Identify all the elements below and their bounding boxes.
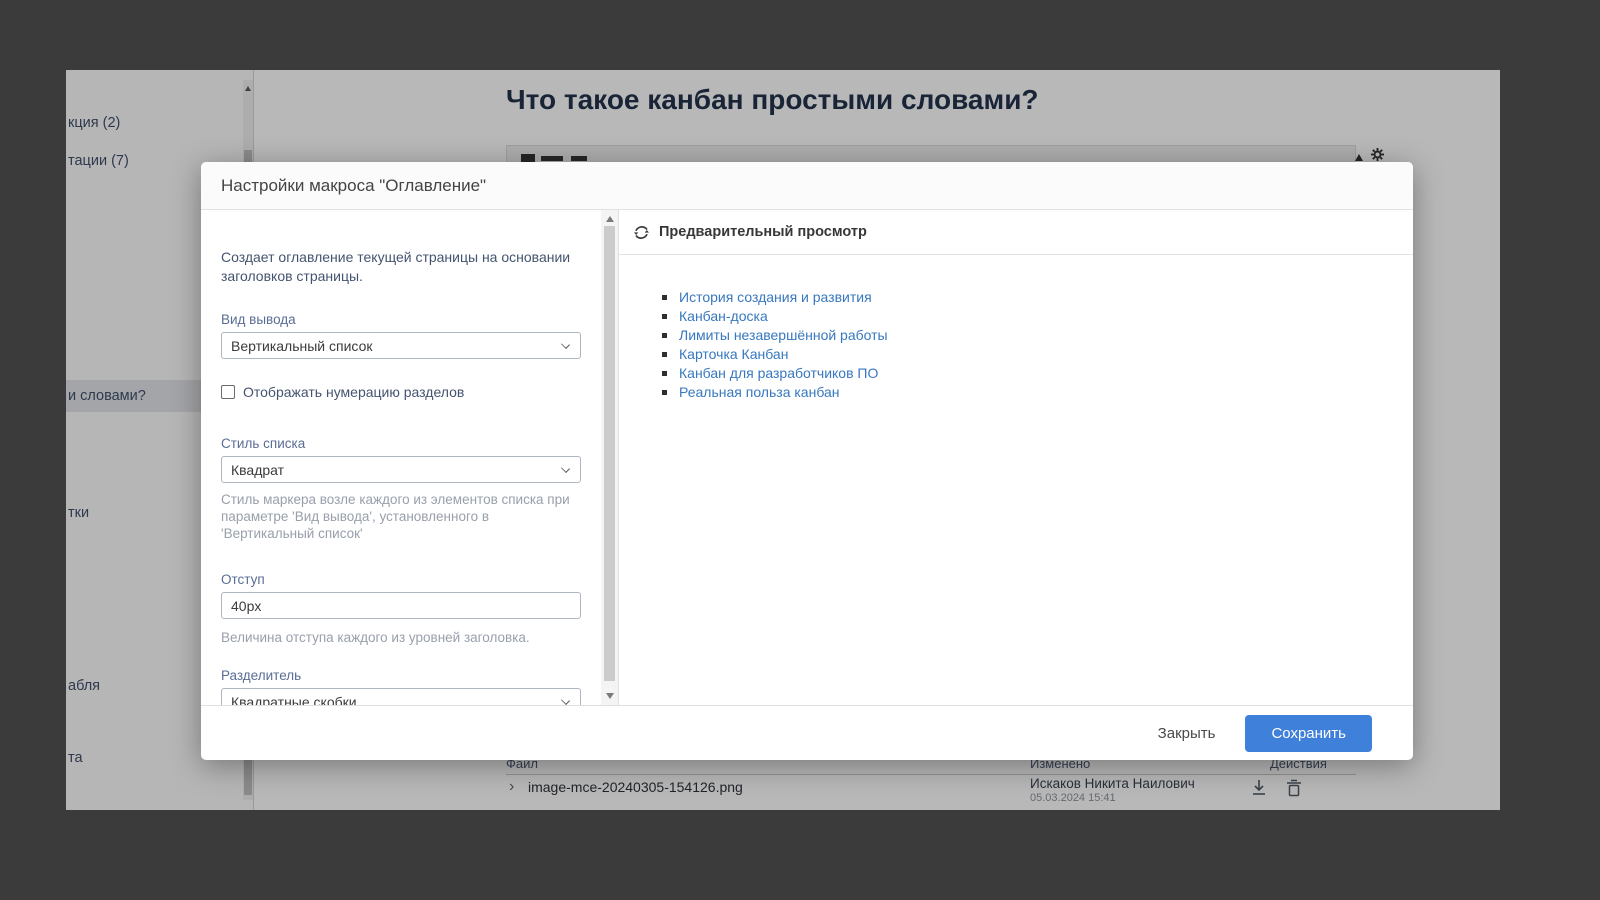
close-button[interactable]: Закрыть	[1158, 725, 1216, 742]
chevron-down-icon	[561, 464, 570, 473]
separator-value: Квадратные скобки	[231, 694, 357, 706]
indent-field-wrap	[221, 592, 581, 619]
output-type-value: Вертикальный список	[231, 338, 373, 354]
output-type-label: Вид вывода	[221, 312, 581, 327]
preview-pane: Предварительный просмотр История создани…	[618, 210, 1413, 705]
toc-preview-item[interactable]: Лимиты незавершённой работы	[662, 326, 1413, 345]
toc-preview-list: История создания и развития Канбан-доска…	[619, 288, 1413, 402]
macro-settings-dialog: Настройки макроса "Оглавление" Создает о…	[201, 162, 1413, 760]
chevron-down-icon	[561, 696, 570, 705]
list-style-value: Квадрат	[231, 462, 284, 478]
toc-preview-item[interactable]: Канбан для разработчиков ПО	[662, 364, 1413, 383]
numbering-label: Отображать нумерацию разделов	[243, 384, 464, 400]
toc-preview-item[interactable]: История создания и развития	[662, 288, 1413, 307]
indent-label: Отступ	[221, 572, 581, 587]
list-style-help: Стиль маркера возле каждого из элементов…	[221, 491, 581, 542]
toc-preview-item[interactable]: Реальная польза канбан	[662, 383, 1413, 402]
macro-description: Создает оглавление текущей страницы на о…	[221, 210, 581, 286]
list-style-select[interactable]: Квадрат	[221, 456, 581, 483]
refresh-icon[interactable]	[633, 224, 650, 241]
form-scrollbar[interactable]	[601, 210, 618, 705]
macro-settings-form: Создает оглавление текущей страницы на о…	[201, 210, 618, 705]
separator-select[interactable]: Квадратные скобки	[221, 688, 581, 705]
toc-preview-item[interactable]: Карточка Канбан	[662, 345, 1413, 364]
save-button[interactable]: Сохранить	[1245, 715, 1372, 752]
indent-input[interactable]	[231, 598, 571, 614]
output-type-select[interactable]: Вертикальный список	[221, 332, 581, 359]
dialog-footer: Закрыть Сохранить	[201, 705, 1413, 760]
separator-label: Разделитель	[221, 668, 581, 683]
list-style-label: Стиль списка	[221, 436, 581, 451]
indent-help: Величина отступа каждого из уровней заго…	[221, 629, 581, 646]
dialog-title: Настройки макроса "Оглавление"	[201, 162, 1413, 210]
scroll-down-icon[interactable]	[606, 693, 614, 699]
form-scrollbar-thumb[interactable]	[604, 226, 615, 681]
scroll-up-icon[interactable]	[606, 216, 614, 222]
toc-preview-item[interactable]: Канбан-доска	[662, 307, 1413, 326]
numbering-checkbox[interactable]	[221, 385, 235, 399]
preview-title: Предварительный просмотр	[659, 224, 867, 240]
chevron-down-icon	[561, 340, 570, 349]
